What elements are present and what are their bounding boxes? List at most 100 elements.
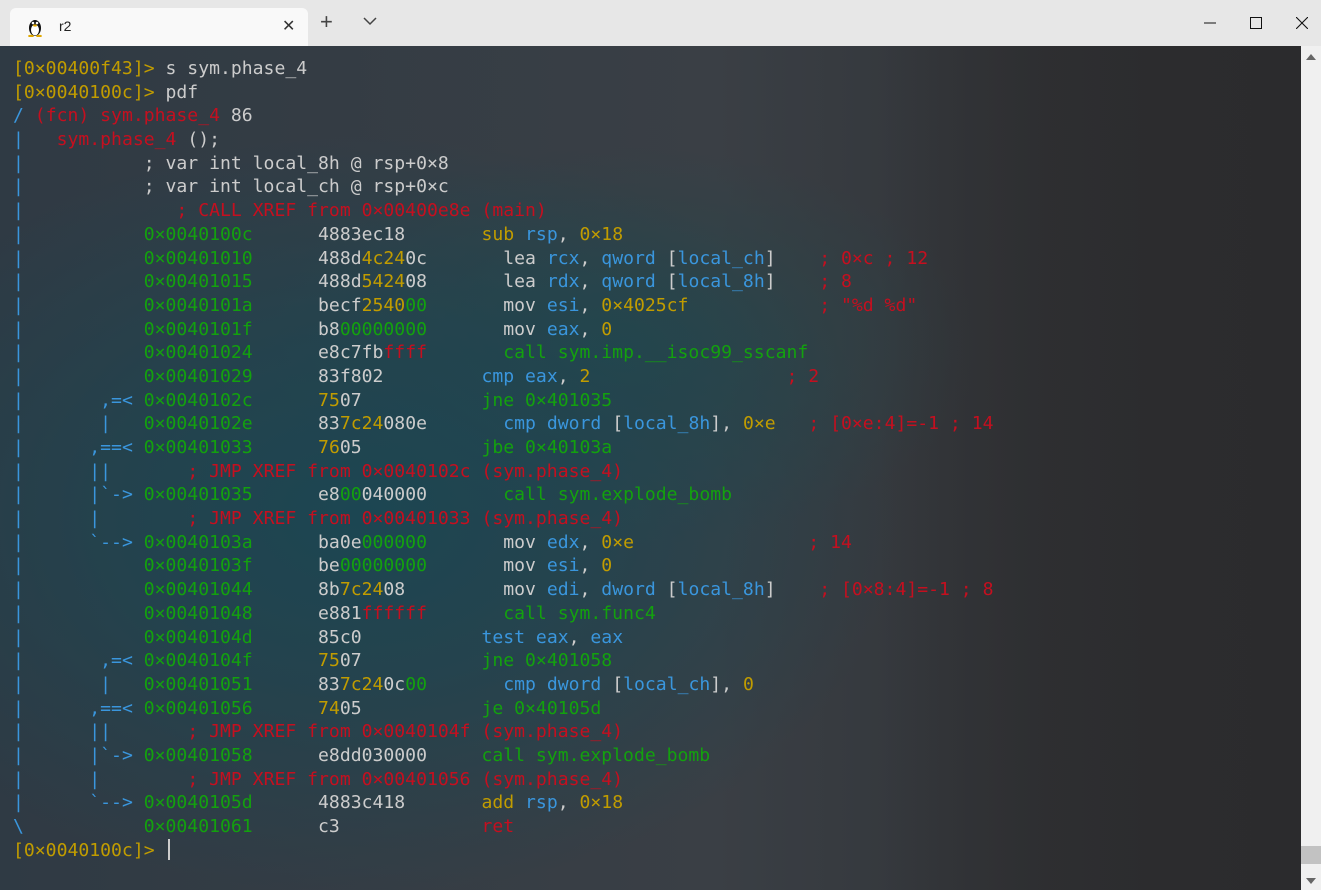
maximize-button[interactable] bbox=[1233, 0, 1279, 46]
terminal-line: | ; var int local_8h @ rsp+0×8 bbox=[13, 152, 994, 176]
terminal-text: ; var int local_8h @ rsp+0×8 bbox=[23, 152, 449, 174]
terminal-text: cmp bbox=[503, 673, 536, 695]
terminal-text: ; [0×8:4]=-1 ; 8 bbox=[819, 579, 994, 601]
terminal-text: | bbox=[13, 365, 24, 387]
maximize-icon bbox=[1250, 17, 1262, 29]
terminal-line: | |`-> 0×00401035 e800040000 call sym.ex… bbox=[13, 483, 994, 507]
terminal-text: , bbox=[579, 579, 602, 601]
terminal-text: call sym.imp.__isoc99_sscanf bbox=[503, 342, 809, 364]
terminal-text: `--> bbox=[23, 792, 144, 814]
terminal-text: jne 0×401058 bbox=[481, 650, 613, 672]
terminal-text: , bbox=[579, 294, 602, 316]
terminal-line: | ; CALL XREF from 0×00400e8e (main) bbox=[13, 199, 994, 223]
terminal-text: esi bbox=[546, 555, 580, 577]
terminal-text: | bbox=[13, 389, 24, 411]
terminal-text: 080e bbox=[383, 413, 504, 435]
terminal-text: 8b bbox=[252, 579, 340, 601]
terminal-text: 0×18 bbox=[579, 223, 624, 245]
terminal-line: | 0×0040101a becf254000 mov esi, 0×4025c… bbox=[13, 294, 994, 318]
terminal-text: | bbox=[13, 792, 24, 814]
terminal-text: | bbox=[13, 129, 24, 151]
terminal-text: local_8h bbox=[677, 271, 765, 293]
terminal-text: 0×00401051 bbox=[143, 673, 253, 695]
terminal-text: ] bbox=[764, 271, 820, 293]
terminal-text: , bbox=[557, 365, 580, 387]
terminal-text: | bbox=[13, 555, 24, 577]
minimize-button[interactable] bbox=[1187, 0, 1233, 46]
terminal-text: b8 bbox=[252, 318, 340, 340]
terminal-text: 07 bbox=[339, 650, 482, 672]
terminal-text: eax bbox=[525, 365, 558, 387]
terminal-pane[interactable]: [0×00400f43]> s sym.phase_4 [0×0040100c]>… bbox=[0, 46, 1301, 890]
terminal-text: mov bbox=[426, 294, 547, 316]
terminal-text: ffff bbox=[383, 342, 427, 364]
terminal-text: [ bbox=[601, 673, 624, 695]
chevron-down-icon[interactable] bbox=[360, 11, 380, 31]
text-cursor bbox=[167, 838, 170, 860]
title-bar: r2 ✕ + bbox=[0, 0, 1321, 46]
terminal-text: 040000 bbox=[361, 484, 504, 506]
terminal-text: |`-> bbox=[23, 484, 144, 506]
terminal-text: [ bbox=[655, 579, 678, 601]
terminal-text: 4c24 bbox=[361, 247, 406, 269]
tab-title: r2 bbox=[59, 18, 72, 34]
terminal-text: e881 bbox=[252, 602, 362, 624]
terminal-text: 0c lea bbox=[405, 247, 547, 269]
terminal-text: 08 lea bbox=[405, 271, 547, 293]
close-window-button[interactable] bbox=[1279, 0, 1321, 46]
terminal-text: || bbox=[23, 721, 112, 743]
scroll-thumb[interactable] bbox=[1301, 846, 1321, 864]
terminal-text: 0 bbox=[742, 673, 754, 695]
terminal-text: rsp bbox=[525, 792, 558, 814]
terminal-text: ; 2 bbox=[786, 365, 820, 387]
scroll-down-icon[interactable] bbox=[1305, 876, 1317, 886]
tab-r2[interactable]: r2 ✕ bbox=[10, 8, 308, 46]
vertical-scrollbar[interactable] bbox=[1301, 46, 1321, 890]
terminal-text: ; var int local_ch @ rsp+0×c bbox=[23, 176, 449, 198]
terminal-text: 0×e bbox=[742, 413, 776, 435]
terminal-text: 0×00401033 bbox=[143, 437, 253, 458]
terminal-text: local_ch bbox=[623, 673, 711, 695]
terminal-text: mov bbox=[426, 318, 547, 340]
scroll-up-icon[interactable] bbox=[1305, 52, 1317, 62]
terminal-text: , bbox=[557, 223, 580, 245]
terminal-text: 00000000 bbox=[339, 555, 427, 577]
terminal-text: becf bbox=[252, 294, 362, 316]
terminal-text: call sym.func4 bbox=[503, 602, 656, 624]
terminal-text: [0×0040100c]> bbox=[13, 81, 155, 103]
terminal-text: edx bbox=[546, 531, 580, 553]
terminal-text: 2540 bbox=[361, 294, 406, 316]
terminal-text: cmp bbox=[481, 365, 515, 387]
terminal-text: je 0×40105d bbox=[481, 697, 602, 719]
terminal-text: ret bbox=[481, 816, 515, 837]
tab-close-icon[interactable]: ✕ bbox=[282, 16, 295, 36]
terminal-line: [0×00400f43]> s sym.phase_4 bbox=[13, 57, 994, 81]
terminal-text: pdf bbox=[154, 81, 199, 103]
linux-tux-icon bbox=[28, 20, 42, 37]
terminal-line: [0×0040100c]> bbox=[13, 838, 994, 863]
terminal-text: | bbox=[23, 413, 144, 435]
terminal-line: | ,==< 0×00401033 7605 jbe 0×40103a bbox=[13, 436, 994, 460]
terminal-text: | bbox=[23, 768, 101, 790]
terminal-text: ], bbox=[710, 413, 743, 435]
terminal-text: 0×0040104d bbox=[143, 626, 253, 648]
terminal-line: | 0×0040104d 85c0 test eax, eax bbox=[13, 626, 994, 650]
terminal-text: sym.phase_4 bbox=[56, 129, 177, 151]
terminal-text: ] bbox=[764, 247, 820, 269]
terminal-text: `--> bbox=[23, 531, 144, 553]
terminal-text: 4883ec18 bbox=[252, 223, 482, 245]
terminal-line: | 0×00401029 83f802 cmp eax, 2 ; 2 bbox=[13, 365, 994, 389]
terminal-output: [0×00400f43]> s sym.phase_4 [0×0040100c]>… bbox=[13, 57, 994, 862]
terminal-text: (); bbox=[176, 129, 220, 151]
terminal-text: 00 bbox=[339, 484, 362, 506]
new-tab-button[interactable]: + bbox=[320, 9, 333, 35]
